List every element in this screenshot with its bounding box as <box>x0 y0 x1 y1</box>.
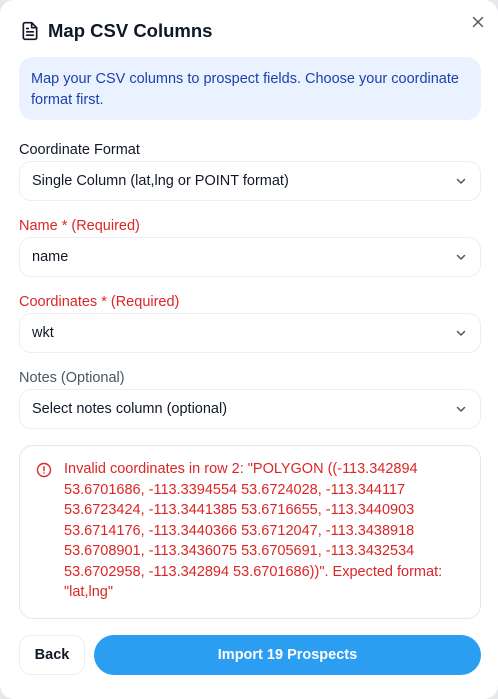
name-value: name <box>32 249 69 265</box>
back-button[interactable]: Back <box>19 635 85 675</box>
notes-select[interactable]: Select notes column (optional) <box>19 389 481 429</box>
error-alert: Invalid coordinates in row 2: "POLYGON (… <box>19 445 481 619</box>
notes-value: Select notes column (optional) <box>32 401 228 417</box>
notes-label: Notes (Optional) <box>19 370 125 386</box>
close-icon <box>472 16 484 28</box>
name-label: Name * (Required) <box>19 218 140 234</box>
coordinates-value: wkt <box>32 325 54 341</box>
error-message: Invalid coordinates in row 2: "POLYGON (… <box>64 461 443 600</box>
dialog-title: Map CSV Columns <box>48 20 213 41</box>
close-button[interactable] <box>468 12 488 32</box>
alert-circle-icon <box>36 462 52 478</box>
info-banner: Map your CSV columns to prospect fields.… <box>19 57 481 120</box>
coordinate-format-value: Single Column (lat,lng or POINT format) <box>32 173 289 189</box>
coordinates-label: Coordinates * (Required) <box>19 294 180 310</box>
chevron-down-icon <box>454 402 468 416</box>
coordinate-format-select[interactable]: Single Column (lat,lng or POINT format) <box>19 161 481 201</box>
coordinates-select[interactable]: wkt <box>19 313 481 353</box>
info-text: Map your CSV columns to prospect fields.… <box>31 71 459 108</box>
coordinate-format-label: Coordinate Format <box>19 142 140 158</box>
import-prospects-button[interactable]: Import 19 Prospects <box>94 635 481 675</box>
chevron-down-icon <box>454 326 468 340</box>
dialog-header: Map CSV Columns <box>20 18 212 44</box>
name-select[interactable]: name <box>19 237 481 277</box>
map-csv-columns-dialog: Map CSV Columns Map your CSV columns to … <box>0 0 498 699</box>
document-icon <box>20 21 40 41</box>
chevron-down-icon <box>454 174 468 188</box>
chevron-down-icon <box>454 250 468 264</box>
